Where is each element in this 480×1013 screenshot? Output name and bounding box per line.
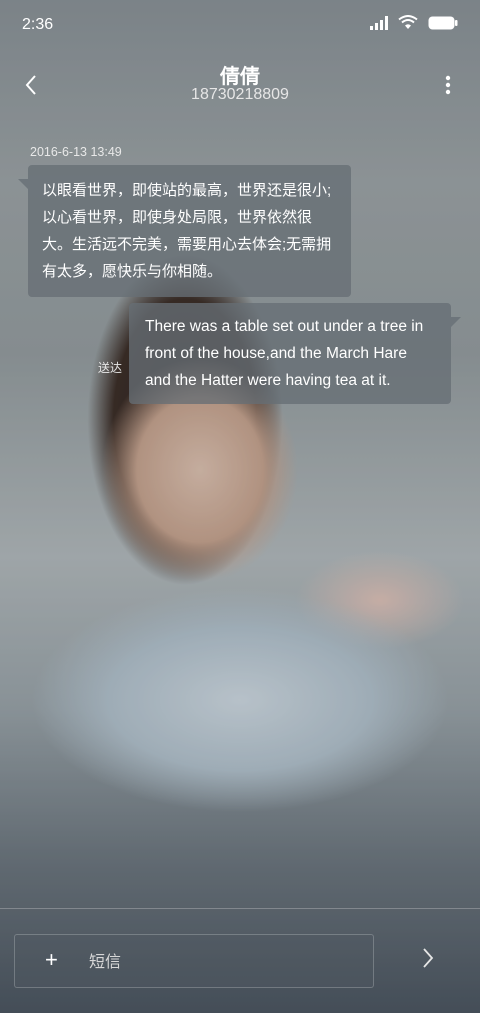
- message-text: 以眼看世界，即使站的最高，世界还是很小;以心看世界，即使身处局限，世界依然很大。…: [42, 182, 332, 280]
- contact-phone-number: 18730218809: [191, 86, 289, 103]
- more-options-button[interactable]: [438, 68, 458, 102]
- message-text: There was a table set out under a tree i…: [145, 318, 424, 389]
- battery-icon: [428, 16, 458, 35]
- send-button[interactable]: [410, 940, 446, 976]
- conversation-header: 倩倩 18730218809: [0, 56, 480, 112]
- vertical-dots-icon: [445, 75, 451, 95]
- wifi-icon: [398, 15, 418, 35]
- message-input[interactable]: [87, 947, 361, 979]
- incoming-message-bubble[interactable]: 以眼看世界，即使站的最高，世界还是很小;以心看世界，即使身处局限，世界依然很大。…: [18, 165, 351, 297]
- chevron-right-icon: [423, 948, 434, 968]
- delivery-status: 送达: [98, 361, 123, 375]
- status-time: 2:36: [22, 16, 54, 33]
- add-attachment-button[interactable]: +: [45, 949, 58, 971]
- signal-icon: [370, 15, 388, 35]
- composer-box: +: [14, 934, 374, 988]
- status-icons: [370, 15, 458, 35]
- contact-name: 倩倩: [220, 66, 260, 88]
- message-timestamp: 2016-6-13 13:49: [30, 145, 122, 159]
- outgoing-message-bubble[interactable]: There was a table set out under a tree i…: [129, 303, 461, 404]
- status-bar: 2:36: [0, 0, 480, 50]
- composer-divider: [0, 908, 480, 909]
